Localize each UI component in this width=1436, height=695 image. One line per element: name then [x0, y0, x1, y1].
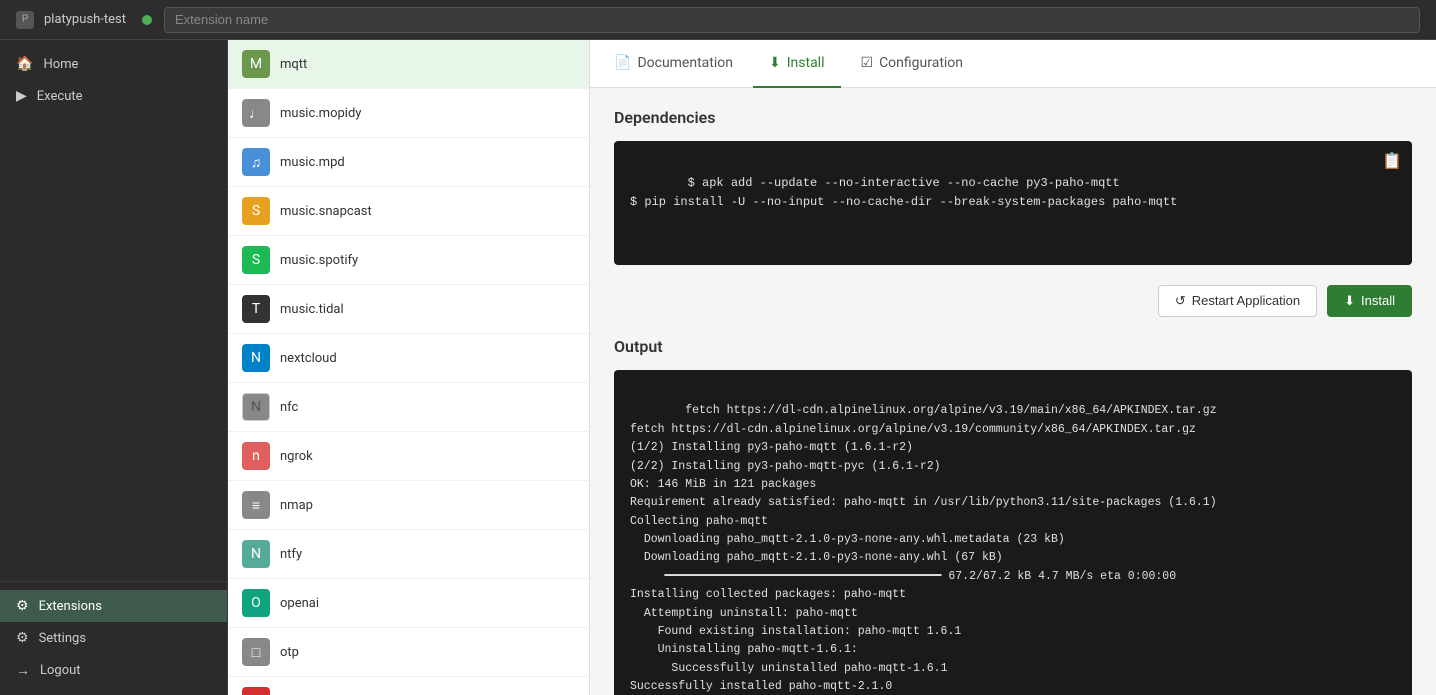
extension-item-ntfy[interactable]: N ntfy: [228, 530, 589, 579]
sidebar-item-extensions[interactable]: ⚙ Extensions: [0, 590, 227, 622]
tab-label-documentation: Documentation: [637, 55, 733, 71]
dependencies-terminal: $ apk add --update --no-interactive --no…: [614, 141, 1412, 265]
extension-item-music.spotify[interactable]: S music.spotify: [228, 236, 589, 285]
extension-item-ngrok[interactable]: n ngrok: [228, 432, 589, 481]
restart-application-button[interactable]: ↺ Restart Application: [1158, 285, 1317, 317]
sidebar-item-logout[interactable]: → Logout: [0, 654, 227, 687]
ext-label-music.mpd: music.mpd: [280, 155, 345, 170]
ext-label-music.tidal: music.tidal: [280, 302, 344, 317]
install-button[interactable]: ⬇ Install: [1327, 285, 1412, 317]
ext-label-music.spotify: music.spotify: [280, 253, 358, 268]
ext-icon-nmap: ≡: [242, 491, 270, 519]
main-content: 📄 Documentation ⬇ Install ☑ Configuratio…: [590, 40, 1436, 695]
ext-icon-music.mpd: ♫: [242, 148, 270, 176]
ext-icon-ngrok: n: [242, 442, 270, 470]
ext-icon-music.snapcast: S: [242, 197, 270, 225]
install-label: Install: [1361, 293, 1395, 308]
home-icon: 🏠: [16, 56, 33, 72]
ext-icon-nfc: N: [242, 393, 270, 421]
sidebar-item-logout-label: Logout: [40, 663, 81, 678]
ext-label-nextcloud: nextcloud: [280, 351, 337, 366]
tab-icon-configuration: ☑: [861, 55, 874, 71]
ext-icon-music.spotify: S: [242, 246, 270, 274]
dependencies-title: Dependencies: [614, 108, 1412, 127]
sidebar-item-settings[interactable]: ⚙ Settings: [0, 622, 227, 654]
ext-label-music.mopidy: music.mopidy: [280, 106, 361, 121]
extension-item-otp[interactable]: □ otp: [228, 628, 589, 677]
tab-label-configuration: Configuration: [879, 55, 963, 71]
ext-icon-music.tidal: T: [242, 295, 270, 323]
extension-list: M mqtt ♩ music.mopidy ♫ music.mpd S musi…: [228, 40, 590, 695]
ext-icon-music.mopidy: ♩: [242, 99, 270, 127]
restart-label: Restart Application: [1192, 293, 1300, 308]
ext-icon-otp: □: [242, 638, 270, 666]
app-logo: P: [16, 11, 34, 29]
tab-install[interactable]: ⬇ Install: [753, 40, 841, 88]
settings-icon: ⚙: [16, 630, 29, 646]
ext-icon-pihole: π: [242, 687, 270, 695]
sidebar-item-home[interactable]: 🏠 Home: [0, 48, 227, 80]
output-terminal: fetch https://dl-cdn.alpinelinux.org/alp…: [614, 370, 1412, 695]
sidebar-item-home-label: Home: [43, 57, 78, 72]
ext-label-openai: openai: [280, 596, 319, 611]
tab-icon-documentation: 📄: [614, 55, 631, 71]
sidebar-item-execute[interactable]: ▶ Execute: [0, 80, 227, 112]
copy-dependencies-button[interactable]: 📋: [1382, 151, 1402, 171]
main-layout: 🏠 Home ▶ Execute ⚙ Extensions ⚙ Settings…: [0, 40, 1436, 695]
status-indicator: [142, 15, 152, 25]
ext-label-otp: otp: [280, 645, 299, 660]
extension-item-openai[interactable]: O openai: [228, 579, 589, 628]
output-title: Output: [614, 337, 1412, 356]
extension-item-mqtt[interactable]: M mqtt: [228, 40, 589, 89]
extensions-icon: ⚙: [16, 598, 29, 614]
ext-label-music.snapcast: music.snapcast: [280, 204, 372, 219]
execute-icon: ▶: [16, 88, 27, 104]
ext-icon-mqtt: M: [242, 50, 270, 78]
topbar: P platypush-test: [0, 0, 1436, 40]
extension-item-nmap[interactable]: ≡ nmap: [228, 481, 589, 530]
sidebar: 🏠 Home ▶ Execute ⚙ Extensions ⚙ Settings…: [0, 40, 228, 695]
tab-documentation[interactable]: 📄 Documentation: [598, 40, 749, 88]
sidebar-item-execute-label: Execute: [37, 89, 83, 104]
tab-label-install: Install: [787, 55, 825, 71]
extension-item-music.tidal[interactable]: T music.tidal: [228, 285, 589, 334]
dependencies-command: $ apk add --update --no-interactive --no…: [630, 176, 1177, 209]
extension-item-music.mpd[interactable]: ♫ music.mpd: [228, 138, 589, 187]
ext-label-ntfy: ntfy: [280, 547, 302, 562]
tab-icon-install: ⬇: [769, 55, 781, 71]
ext-icon-ntfy: N: [242, 540, 270, 568]
output-content: fetch https://dl-cdn.alpinelinux.org/alp…: [630, 404, 1217, 693]
sidebar-bottom: ⚙ Extensions ⚙ Settings → Logout: [0, 581, 227, 695]
tab-configuration[interactable]: ☑ Configuration: [845, 40, 980, 88]
ext-icon-openai: O: [242, 589, 270, 617]
extension-item-pihole[interactable]: π pihole: [228, 677, 589, 695]
ext-label-nmap: nmap: [280, 498, 313, 513]
extension-search-input[interactable]: [164, 7, 1420, 33]
extension-item-music.mopidy[interactable]: ♩ music.mopidy: [228, 89, 589, 138]
content-area: Dependencies $ apk add --update --no-int…: [590, 88, 1436, 695]
install-icon: ⬇: [1344, 293, 1355, 309]
app-title: platypush-test: [44, 12, 126, 27]
action-buttons-row: ↺ Restart Application ⬇ Install: [614, 285, 1412, 317]
logout-icon: →: [16, 662, 30, 679]
sidebar-item-extensions-label: Extensions: [39, 599, 102, 614]
restart-icon: ↺: [1175, 293, 1186, 309]
sidebar-nav: 🏠 Home ▶ Execute: [0, 40, 227, 581]
extension-item-nextcloud[interactable]: N nextcloud: [228, 334, 589, 383]
tabs-bar: 📄 Documentation ⬇ Install ☑ Configuratio…: [590, 40, 1436, 88]
extension-item-music.snapcast[interactable]: S music.snapcast: [228, 187, 589, 236]
ext-label-mqtt: mqtt: [280, 57, 307, 72]
ext-icon-nextcloud: N: [242, 344, 270, 372]
extension-item-nfc[interactable]: N nfc: [228, 383, 589, 432]
sidebar-item-settings-label: Settings: [39, 631, 86, 646]
ext-label-ngrok: ngrok: [280, 449, 313, 464]
ext-label-nfc: nfc: [280, 400, 298, 415]
